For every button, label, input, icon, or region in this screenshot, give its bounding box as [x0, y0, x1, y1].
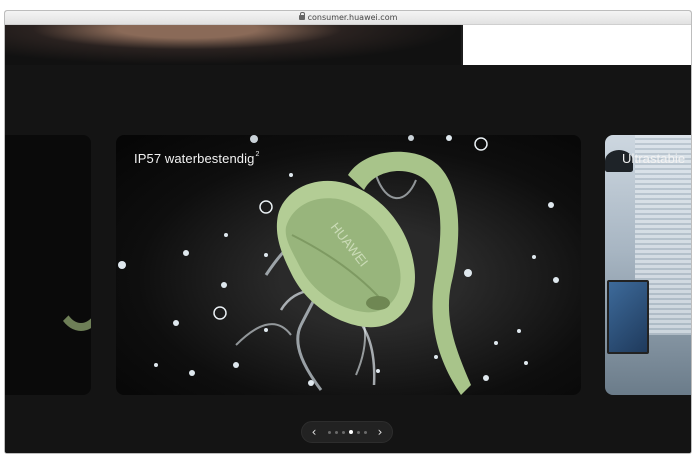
earbud-splash-image: HUAWEI	[118, 135, 559, 395]
carousel-card-previous[interactable]	[5, 135, 91, 395]
hero-image	[5, 25, 461, 65]
pagination-dots	[327, 430, 367, 434]
chevron-right-icon[interactable]: ›	[374, 425, 386, 439]
carousel-card-current[interactable]: HUAWEI IP57 waterbestendig2	[116, 135, 581, 395]
feature-carousel: HUAWEI IP57 waterbestendig2 Ultrastabie …	[5, 65, 691, 453]
pagination-dot[interactable]	[334, 430, 338, 434]
pagination-dot[interactable]	[348, 430, 353, 434]
pagination-dot[interactable]	[327, 430, 331, 434]
address-bar[interactable]: consumer.huawei.com	[5, 11, 691, 25]
laptop-image	[607, 280, 649, 354]
carousel-pager: ‹ ›	[301, 421, 393, 443]
earbud-band-image	[53, 245, 91, 331]
browser-window: consumer.huawei.com HUAWEI IP57 waterbes…	[4, 10, 692, 454]
footnote-marker: 2	[255, 151, 260, 158]
carousel-card-next[interactable]: Ultrastabie	[605, 135, 691, 395]
url-text: consumer.huawei.com	[307, 13, 398, 22]
pagination-dot[interactable]	[356, 430, 360, 434]
pagination-dot[interactable]	[341, 430, 345, 434]
card-title-next: Ultrastabie	[622, 151, 686, 166]
lock-icon	[298, 11, 305, 21]
chevron-left-icon[interactable]: ‹	[308, 425, 320, 439]
card-title: IP57 waterbestendig2	[134, 151, 260, 166]
hero-side-panel	[463, 25, 691, 65]
hero-section	[5, 25, 691, 65]
pagination-dot[interactable]	[363, 430, 367, 434]
